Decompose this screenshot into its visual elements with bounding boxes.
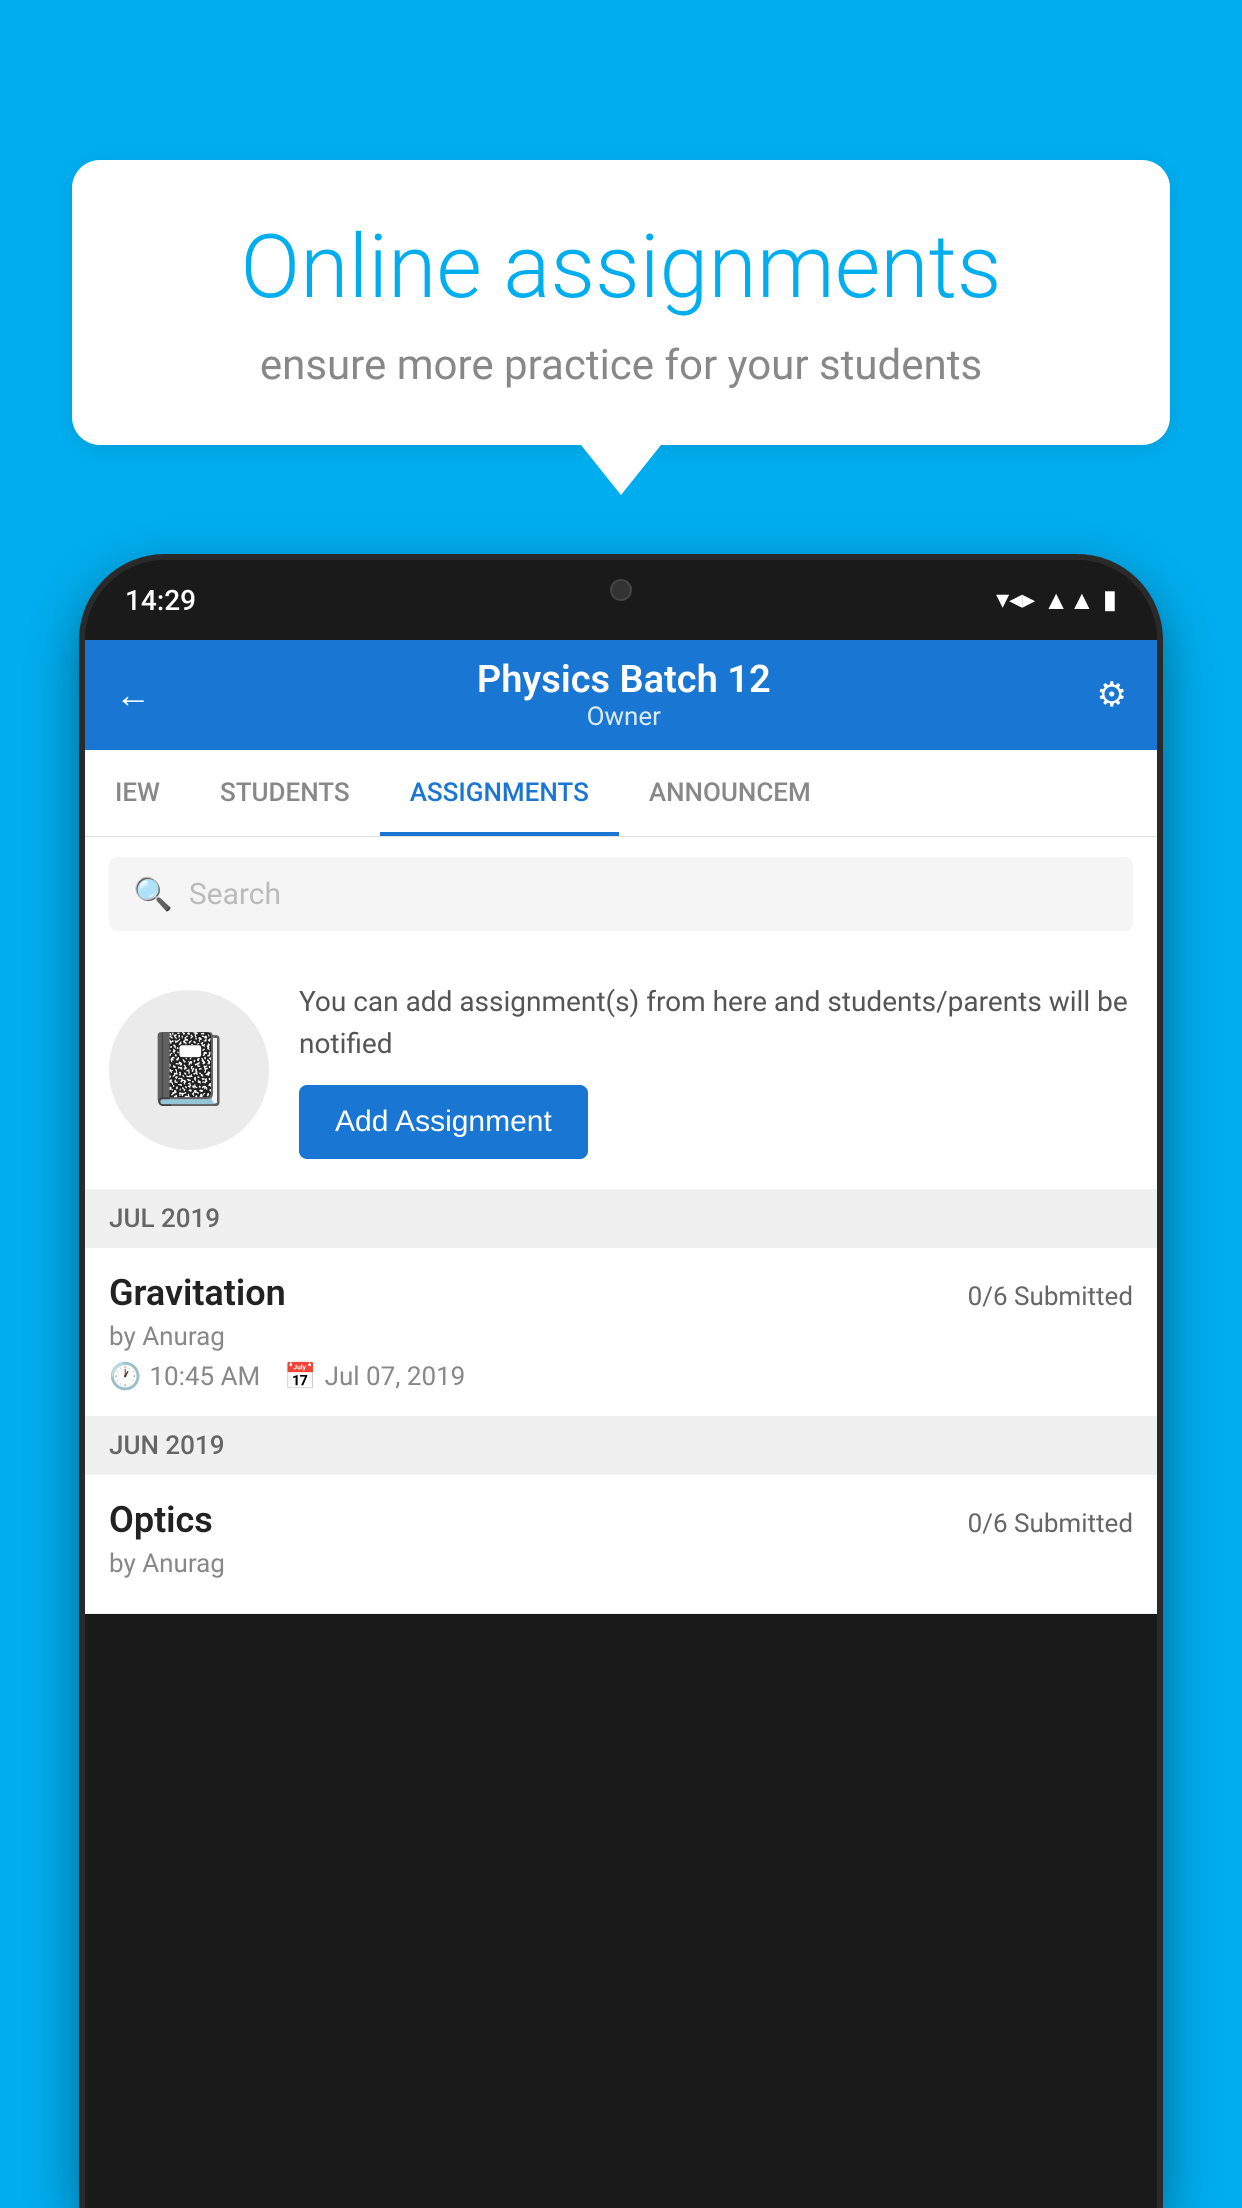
battery-icon: ▮ bbox=[1103, 585, 1117, 615]
signal-icon: ▲▲ bbox=[1043, 585, 1094, 616]
assignment-submitted: 0/6 Submitted bbox=[968, 1282, 1133, 1312]
tab-announcements[interactable]: ANNOUNCEM bbox=[619, 750, 841, 836]
search-bar[interactable]: 🔍 Search bbox=[109, 857, 1133, 931]
assignment-name-optics: Optics bbox=[109, 1499, 213, 1541]
assignment-date: Jul 07, 2019 bbox=[325, 1362, 466, 1392]
assignment-icon-circle: 📓 bbox=[109, 990, 269, 1150]
info-card-text: You can add assignment(s) from here and … bbox=[299, 981, 1133, 1159]
tab-view[interactable]: IEW bbox=[85, 750, 190, 836]
phone-frame: 14:29 ▾◂▸ ▲▲ ▮ ← Physics Batch 12 Owner … bbox=[85, 560, 1157, 2208]
tab-students[interactable]: STUDENTS bbox=[190, 750, 380, 836]
assignment-item-optics[interactable]: Optics 0/6 Submitted by Anurag bbox=[85, 1475, 1157, 1614]
notebook-icon: 📓 bbox=[145, 1029, 232, 1111]
header-title: Physics Batch 12 bbox=[151, 658, 1097, 702]
speech-bubble-arrow bbox=[581, 445, 661, 495]
assignment-author: by Anurag bbox=[109, 1322, 1133, 1352]
status-time: 14:29 bbox=[125, 584, 196, 617]
header-title-block: Physics Batch 12 Owner bbox=[151, 658, 1097, 732]
info-card: 📓 You can add assignment(s) from here an… bbox=[85, 951, 1157, 1190]
section-header-jul: JUL 2019 bbox=[85, 1190, 1157, 1248]
header-subtitle: Owner bbox=[151, 702, 1097, 732]
assignment-time: 10:45 AM bbox=[149, 1362, 260, 1392]
search-icon: 🔍 bbox=[133, 875, 173, 913]
phone-content: 🔍 Search 📓 You can add assignment(s) fro… bbox=[85, 837, 1157, 1614]
bubble-subtitle: ensure more practice for your students bbox=[142, 341, 1100, 390]
assignment-top-row-optics: Optics 0/6 Submitted bbox=[109, 1499, 1133, 1541]
add-assignment-button[interactable]: Add Assignment bbox=[299, 1085, 588, 1159]
info-card-description: You can add assignment(s) from here and … bbox=[299, 981, 1133, 1065]
wifi-icon: ▾◂▸ bbox=[996, 585, 1035, 615]
search-placeholder: Search bbox=[189, 877, 281, 912]
clock-icon: 🕐 bbox=[109, 1362, 141, 1392]
assignment-name: Gravitation bbox=[109, 1272, 286, 1314]
speech-bubble-container: Online assignments ensure more practice … bbox=[72, 160, 1170, 495]
assignment-submitted-optics: 0/6 Submitted bbox=[968, 1509, 1133, 1539]
assignment-top-row: Gravitation 0/6 Submitted bbox=[109, 1272, 1133, 1314]
assignment-item-gravitation[interactable]: Gravitation 0/6 Submitted by Anurag 🕐 10… bbox=[85, 1248, 1157, 1417]
back-button[interactable]: ← bbox=[115, 674, 151, 716]
section-header-jun: JUN 2019 bbox=[85, 1417, 1157, 1475]
assignment-meta: 🕐 10:45 AM 📅 Jul 07, 2019 bbox=[109, 1362, 1133, 1392]
meta-date: 📅 Jul 07, 2019 bbox=[284, 1362, 465, 1392]
assignment-author-optics: by Anurag bbox=[109, 1549, 1133, 1579]
speech-bubble: Online assignments ensure more practice … bbox=[72, 160, 1170, 445]
tab-assignments[interactable]: ASSIGNMENTS bbox=[380, 750, 619, 836]
calendar-icon: 📅 bbox=[284, 1362, 316, 1392]
status-bar: 14:29 ▾◂▸ ▲▲ ▮ bbox=[85, 560, 1157, 640]
app-header: ← Physics Batch 12 Owner ⚙ bbox=[85, 640, 1157, 750]
bubble-title: Online assignments bbox=[142, 220, 1100, 317]
camera bbox=[610, 579, 632, 601]
status-icons: ▾◂▸ ▲▲ ▮ bbox=[996, 585, 1117, 616]
tabs-bar: IEW STUDENTS ASSIGNMENTS ANNOUNCEM bbox=[85, 750, 1157, 837]
notch bbox=[521, 560, 721, 620]
meta-time: 🕐 10:45 AM bbox=[109, 1362, 260, 1392]
settings-button[interactable]: ⚙ bbox=[1097, 675, 1127, 715]
